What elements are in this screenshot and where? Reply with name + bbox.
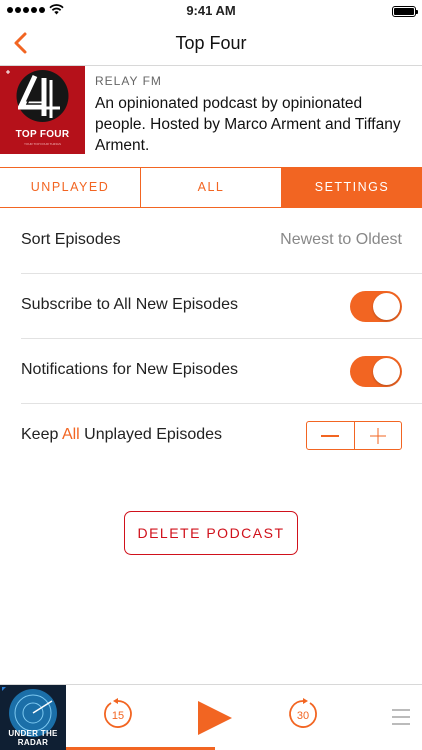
- keep-count-value: All: [61, 426, 80, 443]
- delete-podcast-button[interactable]: DELETE PODCAST: [124, 511, 298, 555]
- navigation-bar: Top Four: [0, 22, 422, 66]
- toggle-knob: [373, 293, 400, 320]
- sort-order-value: Newest to Oldest: [280, 231, 402, 248]
- decrement-button[interactable]: [307, 422, 355, 449]
- skip-forward-button[interactable]: 30: [286, 697, 320, 736]
- tab-settings[interactable]: SETTINGS: [282, 168, 422, 207]
- tab-all[interactable]: ALL: [141, 168, 282, 207]
- toggle-knob: [373, 358, 400, 385]
- keep-episodes-label: Keep All Unplayed Episodes: [21, 426, 222, 444]
- status-bar: 9:41 AM: [0, 0, 422, 22]
- now-playing-title: UNDER THE RADAR: [8, 729, 58, 747]
- sort-episodes-row[interactable]: Sort Episodes Newest to Oldest: [21, 208, 422, 274]
- keep-prefix: Keep: [21, 426, 62, 443]
- artwork-subtitle: YOUR TOP FOUR THINGS: [24, 142, 61, 146]
- menu-icon[interactable]: [392, 709, 410, 730]
- sort-episodes-label: Sort Episodes: [21, 231, 121, 248]
- skip-back-seconds: 15: [112, 710, 124, 722]
- subscribe-toggle[interactable]: [350, 291, 402, 322]
- podcast-header: TOP FOUR YOUR TOP FOUR THINGS RELAY FM A…: [0, 66, 422, 167]
- skip-back-button[interactable]: 15: [101, 697, 135, 736]
- artwork-graphic: [0, 66, 85, 154]
- podcast-network: RELAY FM: [95, 74, 162, 88]
- increment-button[interactable]: [355, 422, 402, 449]
- skip-forward-icon: 30: [289, 698, 317, 728]
- keep-episodes-row: Keep All Unplayed Episodes: [21, 403, 422, 469]
- mini-player: UNDER THE RADAR 15 30: [0, 684, 422, 750]
- keep-suffix: Unplayed Episodes: [79, 426, 223, 443]
- artwork-title: TOP FOUR: [15, 129, 70, 140]
- subscribe-label: Subscribe to All New Episodes: [21, 296, 238, 313]
- now-playing-artwork[interactable]: UNDER THE RADAR: [0, 685, 66, 750]
- minus-icon: [321, 434, 340, 437]
- skip-forward-seconds: 30: [297, 710, 309, 722]
- page-title: Top Four: [175, 33, 247, 53]
- subscribe-row: Subscribe to All New Episodes: [21, 273, 422, 339]
- keep-episodes-stepper: [306, 421, 402, 450]
- notifications-label: Notifications for New Episodes: [21, 361, 238, 378]
- podcast-artwork: TOP FOUR YOUR TOP FOUR THINGS: [0, 66, 85, 154]
- podcast-description: An opinionated podcast by opinionated pe…: [95, 95, 401, 154]
- notifications-row: Notifications for New Episodes: [21, 338, 422, 404]
- plus-icon: [369, 427, 386, 444]
- play-icon: [198, 701, 232, 735]
- battery-icon: [392, 6, 418, 17]
- episode-filter-tabs: UNPLAYED ALL SETTINGS: [0, 167, 422, 208]
- play-button[interactable]: [196, 699, 234, 742]
- status-time: 9:41 AM: [186, 3, 236, 18]
- notifications-toggle[interactable]: [350, 356, 402, 387]
- skip-back-icon: 15: [104, 698, 132, 728]
- tab-unplayed[interactable]: UNPLAYED: [0, 168, 141, 207]
